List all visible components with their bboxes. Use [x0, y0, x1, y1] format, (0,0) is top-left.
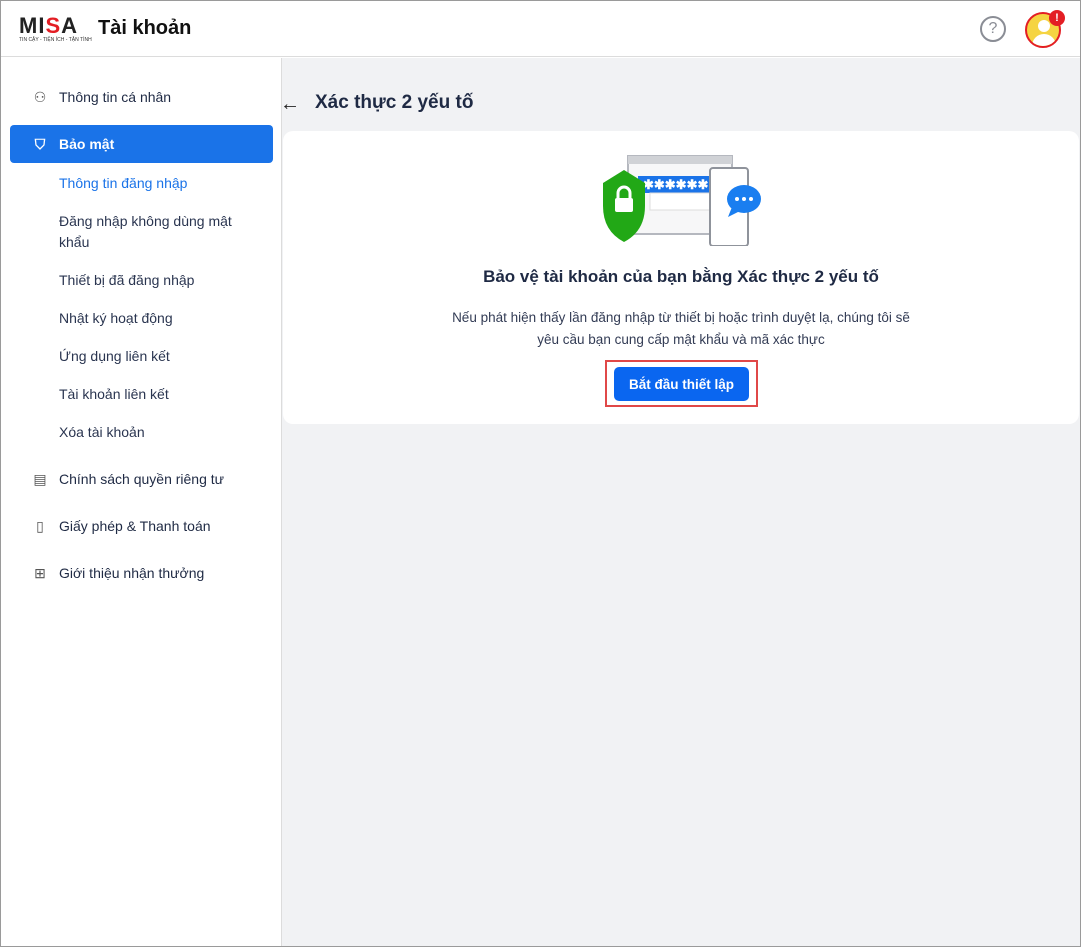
- two-factor-illustration: ✱✱✱✱✱✱: [603, 155, 761, 246]
- sidebar-sub-linked-apps[interactable]: Ứng dụng liên kết: [59, 346, 259, 367]
- sidebar-item-label: Chính sách quyền riêng tư: [59, 471, 225, 487]
- password-mask: ✱✱✱✱✱✱: [643, 177, 708, 192]
- sidebar-sub-activity-log[interactable]: Nhật ký hoạt động: [59, 308, 259, 329]
- misa-logo[interactable]: MISA TIN CẬY - TIỆN ÍCH - TẬN TÌNH: [19, 13, 92, 45]
- two-factor-card: ✱✱✱✱✱✱ Bảo vệ tài khoản của bạn bằng Xác…: [283, 131, 1079, 424]
- sidebar-item-label: Thông tin cá nhân: [59, 89, 172, 105]
- sidebar-item-license-payment[interactable]: ▯ Giấy phép & Thanh toán: [10, 507, 273, 545]
- app-title: Tài khoản: [98, 17, 192, 39]
- sidebar-sub-passwordless[interactable]: Đăng nhập không dùng mật khẩu: [59, 211, 259, 253]
- back-arrow-icon[interactable]: ←: [280, 93, 300, 116]
- sidebar-item-security[interactable]: ⛉ Bảo mật: [10, 125, 273, 163]
- logo-tagline: TIN CẬY - TIỆN ÍCH - TẬN TÌNH: [19, 37, 92, 43]
- main-content: ← Xác thực 2 yếu tố ✱✱✱✱✱✱ Bảo vệ tài kh…: [280, 58, 1080, 946]
- sidebar-item-label: Giấy phép & Thanh toán: [59, 518, 211, 534]
- sidebar-item-referral[interactable]: ⊞ Giới thiệu nhận thưởng: [10, 554, 273, 592]
- receipt-icon: ▯: [36, 517, 44, 534]
- sidebar-sub-devices[interactable]: Thiết bị đã đăng nhập: [59, 270, 259, 291]
- sidebar-item-privacy[interactable]: ▤ Chính sách quyền riêng tư: [10, 460, 273, 498]
- shield-icon: ⛉: [34, 135, 46, 152]
- document-icon: ▤: [33, 470, 47, 487]
- start-setup-button[interactable]: Bắt đầu thiết lập: [614, 367, 749, 401]
- sidebar-item-label: Giới thiệu nhận thưởng: [59, 565, 205, 581]
- highlight-box: Bắt đầu thiết lập: [605, 360, 758, 407]
- sidebar-item-personal-info[interactable]: ⚇ Thông tin cá nhân: [10, 78, 273, 116]
- sidebar: ⚇ Thông tin cá nhân ⛉ Bảo mật Thông tin đă…: [1, 58, 282, 946]
- header: MISA TIN CẬY - TIỆN ÍCH - TẬN TÌNH Tài k…: [1, 1, 1080, 57]
- logo-text: MISA: [19, 13, 79, 38]
- sidebar-sub-login-info[interactable]: Thông tin đăng nhập: [59, 173, 259, 194]
- gift-icon: ⊞: [34, 564, 46, 581]
- sidebar-item-label: Bảo mật: [59, 136, 115, 152]
- help-icon[interactable]: ?: [980, 16, 1006, 42]
- person-icon: ⚇: [33, 88, 47, 105]
- sidebar-sub-delete-account[interactable]: Xóa tài khoản: [59, 422, 259, 443]
- card-description: Nếu phát hiện thấy lần đăng nhập từ thiế…: [452, 310, 910, 347]
- page-title: Xác thực 2 yếu tố: [315, 92, 474, 113]
- card-heading: Bảo vệ tài khoản của bạn bằng Xác thực 2…: [483, 267, 879, 286]
- sidebar-sub-linked-accounts[interactable]: Tài khoản liên kết: [59, 384, 259, 405]
- notification-badge: !: [1049, 10, 1065, 26]
